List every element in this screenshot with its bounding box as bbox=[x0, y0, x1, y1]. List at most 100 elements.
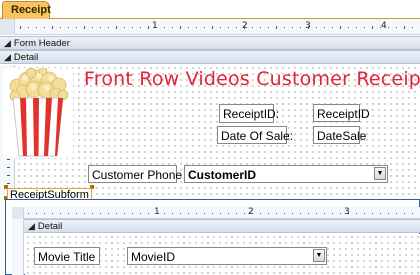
receipt-id-label[interactable]: ReceiptID: bbox=[219, 104, 279, 123]
ruler-tick bbox=[7, 183, 10, 184]
ruler-tick bbox=[20, 26, 21, 29]
ruler-tick bbox=[156, 213, 157, 214]
ruler-tick bbox=[292, 213, 293, 214]
ruler-tick bbox=[28, 213, 29, 214]
ruler-tick bbox=[220, 213, 221, 214]
section-label: Detail bbox=[13, 52, 39, 63]
ruler-tick bbox=[164, 213, 165, 214]
ruler-tick bbox=[132, 213, 133, 214]
ruler-tick bbox=[84, 213, 85, 214]
ruler-tick bbox=[92, 27, 93, 28]
ruler-tick bbox=[356, 213, 357, 214]
subform-ruler-corner bbox=[12, 207, 24, 219]
ruler-tick bbox=[292, 27, 293, 28]
ruler-tick bbox=[260, 27, 261, 28]
movie-title-label[interactable]: Movie Title bbox=[34, 247, 100, 265]
ruler-tick bbox=[124, 213, 125, 214]
ruler-tick bbox=[188, 27, 189, 28]
ruler-tick bbox=[380, 27, 381, 28]
ruler-tick bbox=[44, 27, 45, 28]
ruler-tick bbox=[332, 27, 333, 28]
ruler-tick bbox=[236, 213, 237, 214]
ruler-tick bbox=[396, 213, 397, 214]
ruler-tick bbox=[324, 213, 325, 214]
ruler-corner bbox=[0, 19, 15, 35]
ruler-tick bbox=[68, 213, 69, 214]
ruler-tick bbox=[140, 27, 141, 28]
ruler-tick bbox=[364, 213, 365, 214]
ruler-tick bbox=[68, 27, 69, 28]
customer-id-combobox[interactable]: CustomerID ▼ bbox=[184, 165, 388, 183]
ruler-tick bbox=[108, 27, 109, 28]
tab-receipt[interactable]: Receipt bbox=[2, 1, 51, 19]
ruler-tick bbox=[220, 27, 221, 28]
ruler-tick bbox=[196, 213, 197, 214]
subform-section-detail[interactable]: ◢ Detail bbox=[24, 219, 420, 233]
image-control[interactable] bbox=[3, 66, 73, 158]
combobox-value: MovieID bbox=[131, 250, 176, 264]
section-label: Form Header bbox=[13, 38, 70, 49]
ruler-tick bbox=[60, 27, 61, 28]
ruler-tick bbox=[372, 26, 373, 29]
date-of-sale-label[interactable]: Date Of Sale: bbox=[217, 126, 293, 144]
ruler-tick bbox=[172, 213, 173, 214]
ruler-tick bbox=[84, 26, 85, 29]
collapse-arrow-icon: ◢ bbox=[28, 221, 35, 231]
ruler-tick bbox=[308, 26, 309, 29]
ruler-tick bbox=[52, 26, 53, 29]
ruler-tick bbox=[372, 213, 373, 214]
ruler-tick bbox=[7, 159, 10, 160]
ruler-tick bbox=[108, 213, 109, 214]
ruler-tick bbox=[316, 213, 317, 214]
subform-vertical-ruler bbox=[12, 219, 24, 275]
ruler-tick bbox=[7, 167, 10, 168]
ruler-tick bbox=[396, 27, 397, 28]
ruler-tick bbox=[404, 213, 405, 214]
horizontal-ruler: 1 2 3 4 bbox=[0, 19, 420, 35]
ruler-tick bbox=[76, 27, 77, 28]
section-form-header[interactable]: ◢ Form Header bbox=[0, 36, 420, 50]
section-label: Detail bbox=[37, 221, 63, 232]
ruler-tick bbox=[116, 213, 117, 214]
ruler-tick bbox=[52, 213, 53, 214]
ruler-tick bbox=[36, 27, 37, 28]
form-title-label[interactable]: Front Row Videos Customer Receipt bbox=[84, 68, 420, 90]
ruler-tick bbox=[100, 213, 101, 214]
ruler-tick bbox=[412, 213, 413, 214]
date-sale-textbox[interactable]: DateSale bbox=[313, 126, 366, 144]
ruler-tick bbox=[228, 213, 229, 214]
ruler-number: 1 bbox=[154, 207, 160, 217]
ruler-tick bbox=[276, 26, 277, 29]
ruler-number: 1 bbox=[152, 21, 158, 31]
ruler-tick bbox=[204, 213, 205, 214]
ruler-tick bbox=[252, 213, 253, 214]
ruler-tick bbox=[172, 27, 173, 28]
ruler-tick bbox=[124, 27, 125, 28]
ruler-tick bbox=[156, 27, 157, 28]
ruler-tick bbox=[412, 27, 413, 28]
ruler-tick bbox=[244, 213, 245, 214]
ruler-number: 3 bbox=[344, 207, 350, 217]
movie-id-combobox[interactable]: MovieID ▼ bbox=[127, 247, 327, 265]
ruler-tick bbox=[276, 213, 277, 214]
ruler-tick bbox=[7, 175, 10, 176]
ruler-tick bbox=[60, 213, 61, 214]
ruler-tick bbox=[380, 213, 381, 214]
ruler-tick bbox=[348, 27, 349, 28]
ruler-tick bbox=[28, 27, 29, 28]
ruler-tick bbox=[348, 213, 349, 214]
ruler-tick bbox=[180, 26, 181, 29]
ruler-tick bbox=[212, 213, 213, 214]
dropdown-arrow-icon[interactable]: ▼ bbox=[374, 167, 386, 180]
ruler-tick bbox=[100, 27, 101, 28]
receipt-id-textbox[interactable]: ReceiptID bbox=[313, 104, 370, 122]
ruler-tick bbox=[332, 213, 333, 214]
section-detail[interactable]: ◢ Detail bbox=[0, 50, 420, 64]
document-tab-bar bbox=[0, 0, 420, 19]
ruler-tick bbox=[388, 27, 389, 28]
ruler-tick bbox=[268, 27, 269, 28]
ruler-tick bbox=[228, 27, 229, 28]
customer-phone-label[interactable]: Customer Phone bbox=[88, 165, 182, 183]
ruler-tick bbox=[212, 26, 213, 29]
dropdown-arrow-icon[interactable]: ▼ bbox=[313, 249, 325, 262]
